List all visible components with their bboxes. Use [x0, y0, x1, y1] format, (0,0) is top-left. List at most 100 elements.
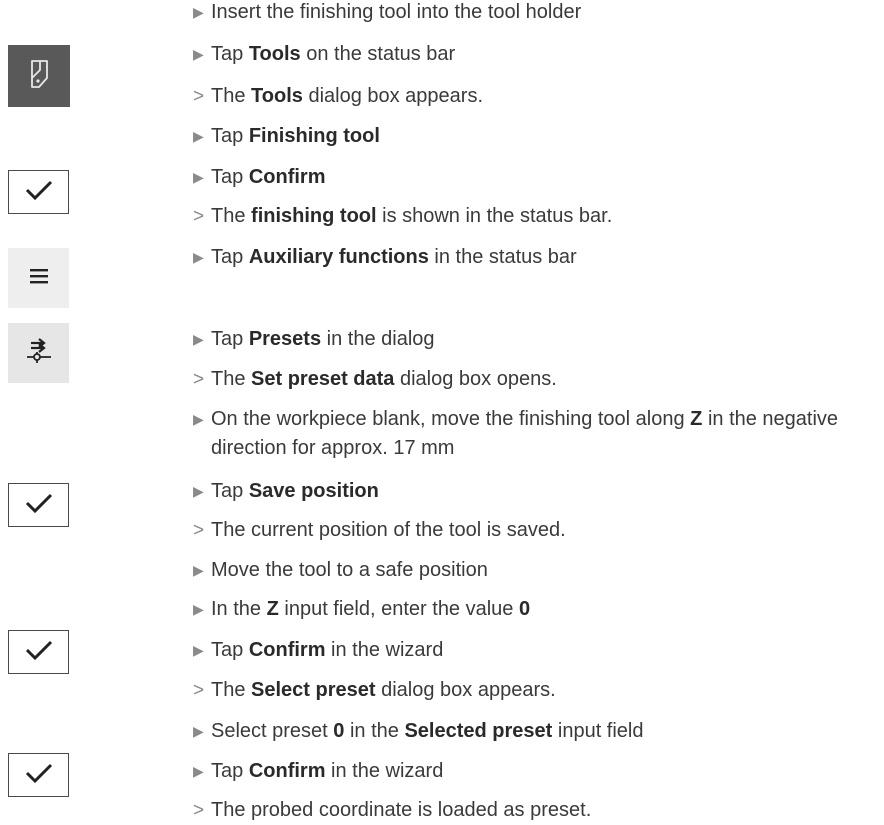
- step-text: Tap Presets in the dialog: [211, 328, 435, 350]
- step-text-part: The probed coordinate is loaded as prese…: [211, 799, 592, 821]
- step-text: Insert the finishing tool into the tool …: [211, 1, 581, 23]
- action-step: ▶ Tap Confirm in the wizard: [193, 757, 884, 786]
- step-text: The Select preset dialog box appears.: [211, 679, 556, 701]
- step-text-part: On the workpiece blank, move the finishi…: [211, 408, 691, 430]
- emphasis-text: Select preset: [251, 679, 376, 701]
- action-step: ▶ Move the tool to a safe position: [193, 556, 884, 585]
- confirm-button-1[interactable]: [8, 170, 69, 214]
- step-text-part: The: [211, 85, 252, 107]
- emphasis-text: finishing tool: [251, 205, 377, 227]
- action-step: ▶ Tap Tools on the status bar: [193, 40, 884, 69]
- save-position-button[interactable]: [8, 483, 69, 527]
- step-text-part: in the: [344, 720, 405, 742]
- step-text: The Tools dialog box appears.: [211, 85, 483, 107]
- step-text-part: Tap: [211, 125, 249, 147]
- emphasis-text: Set preset data: [251, 368, 395, 390]
- result-marker: >: [193, 206, 205, 227]
- step-text-part: Tap: [211, 760, 249, 782]
- tools-button[interactable]: [8, 45, 70, 107]
- confirm-button-2[interactable]: [8, 630, 69, 674]
- action-step: ▶ Insert the finishing tool into the tool…: [193, 0, 884, 27]
- step-text-part: Tap: [211, 43, 249, 65]
- action-step: ▶ Tap Auxiliary functions in the status b…: [193, 243, 884, 272]
- action-marker: ▶: [193, 4, 204, 20]
- action-marker: ▶: [193, 411, 204, 427]
- result-step: > The current position of the tool is sav…: [193, 516, 884, 545]
- emphasis-text: Z: [690, 408, 703, 430]
- step-text: The probed coordinate is loaded as prese…: [211, 799, 591, 821]
- step-text-part: on the status bar: [300, 43, 456, 65]
- step-text: On the workpiece blank, move the finishi…: [211, 408, 838, 459]
- action-step: ▶ Tap Save position: [193, 477, 884, 506]
- emphasis-text: Confirm: [248, 639, 326, 661]
- result-step: > The Select preset dialog box appears.: [193, 676, 884, 705]
- emphasis-text: Confirm: [248, 166, 326, 188]
- result-marker: >: [193, 369, 205, 390]
- step-text: The Set preset data dialog box opens.: [211, 368, 557, 390]
- step-text: Tap Auxiliary functions in the status ba…: [211, 246, 577, 268]
- preset-probe-icon: [24, 336, 54, 371]
- action-step: ▶ Tap Confirm: [193, 163, 884, 192]
- hamburger-menu-icon: [28, 267, 50, 290]
- result-marker: >: [193, 520, 205, 541]
- checkmark-icon: [25, 179, 53, 206]
- action-step: ▶ In the Z input field, enter the value 0: [193, 595, 884, 624]
- result-marker: >: [193, 680, 205, 701]
- confirm-button-3[interactable]: [8, 753, 69, 797]
- action-marker: ▶: [193, 763, 204, 779]
- step-text-part: Move the tool to a safe position: [211, 559, 488, 581]
- step-text-part: in the wizard: [325, 760, 444, 782]
- step-text: In the Z input field, enter the value 0: [211, 598, 530, 620]
- result-step: > The finishing tool is shown in the stat…: [193, 202, 884, 231]
- emphasis-text: Tools: [248, 43, 301, 65]
- step-text: Tap Tools on the status bar: [211, 43, 455, 65]
- emphasis-text: 0: [333, 720, 345, 742]
- step-text-part: Tap: [211, 480, 249, 502]
- emphasis-text: Auxiliary functions: [248, 246, 429, 268]
- checkmark-icon: [25, 639, 53, 666]
- step-text-part: is shown in the status bar.: [376, 205, 613, 227]
- step-text-part: dialog box appears.: [302, 85, 484, 107]
- step-text: Tap Confirm in the wizard: [211, 639, 443, 661]
- action-step: ▶ Tap Finishing tool: [193, 122, 884, 151]
- emphasis-text: Save position: [248, 480, 379, 502]
- step-text-part: in the status bar: [428, 246, 577, 268]
- emphasis-text: Selected preset: [404, 720, 553, 742]
- step-text: The finishing tool is shown in the statu…: [211, 205, 612, 227]
- step-text-part: in the dialog: [321, 328, 435, 350]
- step-text-part: The: [211, 205, 252, 227]
- step-text: The current position of the tool is save…: [211, 519, 566, 541]
- step-text-part: The: [211, 679, 252, 701]
- step-text: Tap Confirm: [211, 166, 325, 188]
- step-text-part: The current position of the tool is save…: [211, 519, 566, 541]
- result-step: > The Tools dialog box appears.: [193, 82, 884, 111]
- action-marker: ▶: [193, 169, 204, 185]
- finishing-tool-icon: [26, 58, 52, 95]
- emphasis-text: Confirm: [248, 760, 326, 782]
- step-text-part: dialog box appears.: [375, 679, 556, 701]
- action-marker: ▶: [193, 46, 204, 62]
- step-text-part: Tap: [211, 639, 249, 661]
- step-text-part: In the: [211, 598, 267, 620]
- checkmark-icon: [25, 492, 53, 519]
- step-text: Move the tool to a safe position: [211, 559, 488, 581]
- emphasis-text: 0: [518, 598, 531, 620]
- action-step: ▶ Select preset 0 in the Selected preset …: [193, 717, 884, 746]
- auxiliary-functions-button[interactable]: [8, 248, 69, 308]
- emphasis-text: Tools: [251, 85, 303, 107]
- action-marker: ▶: [193, 601, 204, 617]
- action-step: ▶ On the workpiece blank, move the finish…: [193, 405, 871, 463]
- step-text-part: Select preset: [211, 720, 334, 742]
- presets-button[interactable]: [8, 323, 69, 383]
- action-step: ▶ Tap Presets in the dialog: [193, 325, 884, 354]
- step-text-part: Tap: [211, 246, 249, 268]
- emphasis-text: Presets: [248, 328, 322, 350]
- step-text-part: in the wizard: [325, 639, 444, 661]
- step-text-part: dialog box opens.: [394, 368, 557, 390]
- step-text-part: The: [211, 368, 252, 390]
- checkmark-icon: [25, 762, 53, 789]
- step-text: Tap Confirm in the wizard: [211, 760, 443, 782]
- step-text-part: Tap: [211, 166, 249, 188]
- step-text-part: Tap: [211, 328, 249, 350]
- action-marker: ▶: [193, 642, 204, 658]
